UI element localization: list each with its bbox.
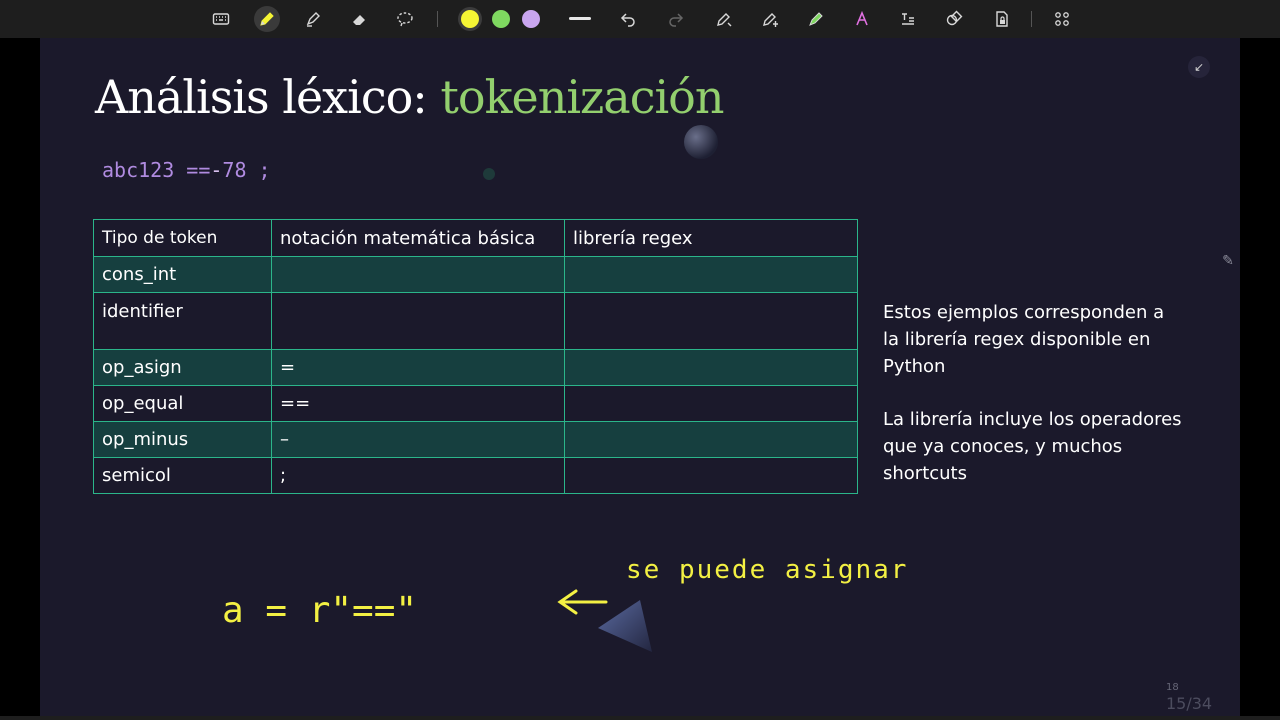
ink-expression: a = r"==" <box>222 590 417 631</box>
keyboard-icon[interactable] <box>208 6 234 32</box>
text-recognition-icon[interactable] <box>895 6 921 32</box>
eraser-icon[interactable] <box>346 6 372 32</box>
toolbar-separator <box>1031 11 1032 27</box>
lasso-icon[interactable] <box>392 6 418 32</box>
yellow-pen-swatch[interactable] <box>461 10 479 28</box>
laser-cone-icon <box>598 600 652 652</box>
annotation-toolbar <box>0 0 1280 38</box>
shapes-icon[interactable] <box>941 6 967 32</box>
marker-icon[interactable] <box>803 6 829 32</box>
shape-pen-icon[interactable] <box>711 6 737 32</box>
toolbar-separator <box>437 11 438 27</box>
purple-pen-swatch[interactable] <box>522 10 540 28</box>
ink-arrow-icon <box>557 589 608 615</box>
grid-icon[interactable] <box>1049 6 1075 32</box>
handwriting-icon[interactable] <box>849 6 875 32</box>
pen-width-indicator[interactable] <box>569 17 591 20</box>
highlighter-icon[interactable] <box>300 6 326 32</box>
text-pen-icon[interactable] <box>757 6 783 32</box>
cursor-dot-icon <box>483 168 495 180</box>
lock-icon[interactable] <box>989 6 1015 32</box>
page-counter: 15/34 <box>1166 694 1213 713</box>
slide-page-number: 18 <box>1166 682 1179 693</box>
undo-icon[interactable] <box>615 6 641 32</box>
collapse-icon[interactable]: ↙ <box>1188 56 1210 78</box>
ink-comment: se puede asignar <box>626 555 908 585</box>
green-pen-swatch[interactable] <box>492 10 510 28</box>
ink-annotations: a = r"==" se puede asignar <box>222 125 908 652</box>
laser-sphere-icon <box>684 125 718 159</box>
slide-canvas[interactable]: Análisis léxico: tokenización abc123 ==-… <box>40 38 1240 716</box>
bottom-bar <box>0 716 1280 720</box>
edit-pencil-icon[interactable]: ✎ <box>1218 250 1238 270</box>
pen-icon[interactable] <box>254 6 280 32</box>
redo-icon[interactable] <box>663 6 689 32</box>
